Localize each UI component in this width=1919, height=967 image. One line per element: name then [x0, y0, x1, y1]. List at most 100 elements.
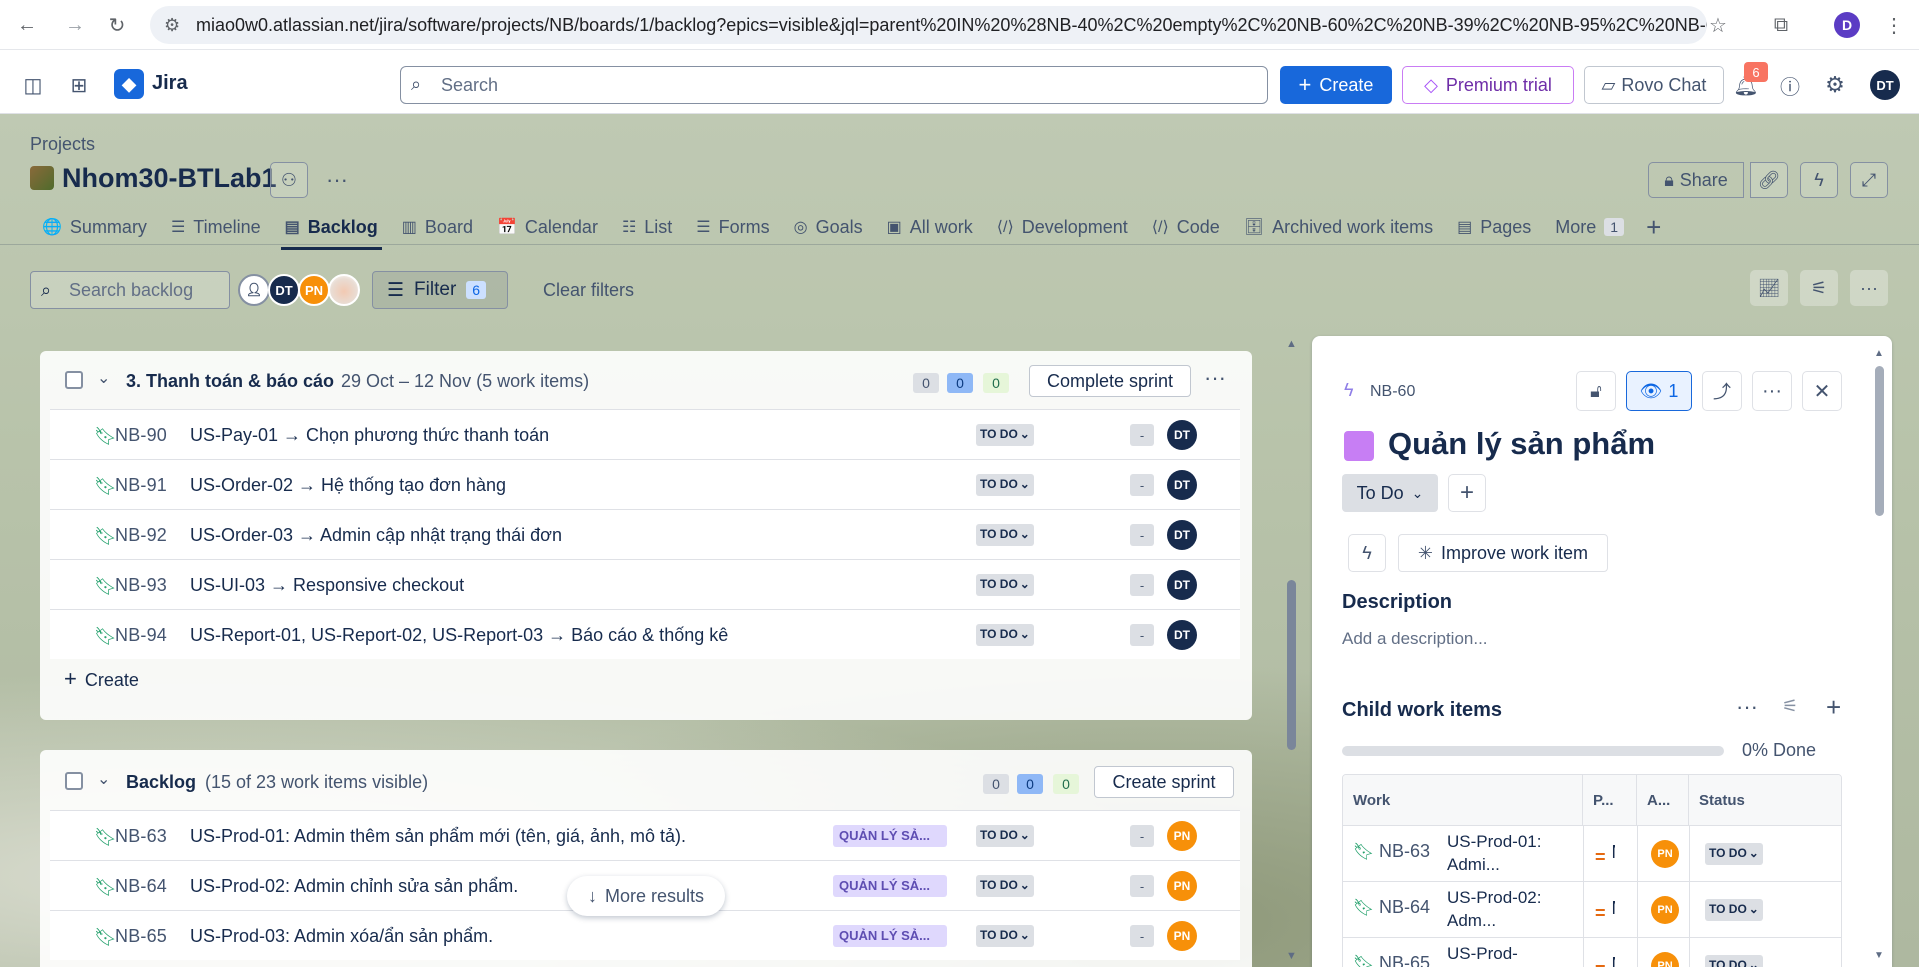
extensions-icon[interactable]: ⧉ — [1766, 10, 1796, 40]
create-sprint-button[interactable]: Create sprint — [1094, 766, 1234, 798]
tab-code[interactable]: ⟨/⟩ Code — [1140, 212, 1232, 242]
watch-button[interactable]: 👁︎ 1 — [1626, 371, 1692, 411]
chevron-down-icon[interactable]: ⌄ — [97, 368, 110, 388]
table-row[interactable]: 🔖︎ NB-93 US-UI-03 → Responsive checkout TO … — [50, 559, 1240, 609]
assignee-avatar[interactable]: PN — [1167, 821, 1197, 851]
tab-calendar[interactable]: 📅 Calendar — [485, 212, 610, 242]
work-item-summary[interactable]: US-Prod-03: Admin xóa/ẩn sản phẩm. — [190, 926, 493, 947]
chevron-down-icon[interactable]: ⌄ — [97, 769, 110, 789]
child-table-row[interactable]: 🔖︎NB-64US-Prod-02: Adm...=MPNTO DO⌄ — [1343, 881, 1841, 938]
tab-archived-work-items[interactable]: 🗄 Archived work items — [1232, 212, 1445, 242]
add-tab-plus-icon[interactable]: + — [1636, 212, 1671, 242]
assignee-avatar[interactable]: DT — [1167, 420, 1197, 450]
panel-scroll-down-icon[interactable]: ▼ — [1874, 950, 1884, 961]
improve-work-item-button[interactable]: ✳ Improve work item — [1398, 534, 1608, 572]
share-button[interactable]: 🔒︎ Share — [1648, 162, 1744, 198]
add-child-plus-icon[interactable]: + — [1826, 692, 1841, 723]
epic-badge[interactable]: QUẢN LÝ SẢ... — [833, 875, 947, 897]
app-switcher-icon[interactable]: ⊞ — [64, 70, 94, 100]
status-dropdown[interactable]: TO DO ⌄ — [976, 925, 1034, 947]
fullscreen-icon[interactable]: ⤢ — [1850, 162, 1888, 198]
address-bar[interactable]: ⚙ miao0w0.atlassian.net/jira/software/pr… — [150, 6, 1707, 44]
child-assignee-avatar[interactable]: PN — [1651, 840, 1679, 868]
work-item-summary[interactable]: US-Prod-01: Admin thêm sản phẩm mới (tên… — [190, 826, 686, 847]
child-item-key[interactable]: NB-65 — [1379, 953, 1430, 967]
table-row[interactable]: 🔖︎ NB-91 US-Order-02 → Hệ thống tạo đơn hà… — [50, 459, 1240, 509]
scroll-down-icon[interactable]: ▼ — [1286, 950, 1297, 962]
restrict-lock-icon[interactable]: 🔓︎ — [1576, 371, 1616, 411]
share-icon[interactable]: ⤴ — [1702, 371, 1742, 411]
assignee-avatar[interactable]: DT — [1167, 570, 1197, 600]
child-status-dropdown[interactable]: TO DO ⌄ — [1705, 843, 1763, 865]
avatar[interactable]: DT — [268, 274, 300, 306]
estimate-badge[interactable]: - — [1130, 524, 1154, 546]
assignee-avatar[interactable]: PN — [1167, 871, 1197, 901]
tab-list[interactable]: ☷ List — [610, 212, 684, 242]
description-field[interactable]: Add a description... — [1342, 629, 1488, 649]
close-icon[interactable]: ✕ — [1802, 371, 1842, 411]
child-item-key[interactable]: NB-63 — [1379, 841, 1430, 862]
browser-menu-icon[interactable]: ⋮ — [1879, 10, 1909, 40]
work-item-title[interactable]: Quản lý sản phẩm — [1388, 426, 1655, 462]
breadcrumb[interactable]: Projects — [30, 134, 95, 155]
bookmark-star-icon[interactable]: ☆ — [1703, 10, 1733, 40]
child-item-summary[interactable]: US-Prod-02: Adm... — [1447, 886, 1547, 932]
unassigned-avatar[interactable]: 👤︎ — [238, 274, 270, 306]
column-header-priority[interactable]: P... — [1583, 775, 1637, 825]
estimate-badge[interactable]: - — [1130, 825, 1154, 847]
status-dropdown[interactable]: TO DO ⌄ — [976, 825, 1034, 847]
jira-logo-icon[interactable]: ◆ — [114, 69, 144, 99]
work-item-summary[interactable]: US-UI-03 → Responsive checkout — [190, 575, 464, 596]
insights-chart-icon[interactable]: 📈︎ — [1750, 270, 1788, 306]
status-dropdown[interactable]: TO DO ⌄ — [976, 624, 1034, 646]
user-avatar[interactable]: DT — [1870, 70, 1900, 100]
work-item-key[interactable]: NB-90 — [115, 425, 167, 446]
epic-badge[interactable]: QUẢN LÝ SẢ... — [833, 925, 947, 947]
rovo-chat-button[interactable]: ▱ Rovo Chat — [1584, 66, 1724, 104]
estimate-badge[interactable]: - — [1130, 574, 1154, 596]
table-row[interactable]: 🔖︎ NB-90 US-Pay-01 → Chọn phương thức than… — [50, 409, 1240, 459]
sprint-name[interactable]: 3. Thanh toán & báo cáo — [126, 371, 334, 392]
child-item-key[interactable]: NB-64 — [1379, 897, 1430, 918]
tab-summary[interactable]: 🌐 Summary — [30, 212, 159, 242]
tab-board[interactable]: ▥ Board — [390, 212, 485, 242]
filter-button[interactable]: ☰ Filter 6 — [372, 271, 508, 309]
view-settings-icon[interactable]: ⚟ — [1800, 270, 1838, 306]
site-info-icon[interactable]: ⚙ — [164, 15, 184, 35]
work-item-summary[interactable]: US-Order-03 → Admin cập nhật trạng thái … — [190, 525, 562, 546]
child-table-row[interactable]: 🔖︎NB-63US-Prod-01: Admi...=MPNTO DO⌄ — [1343, 825, 1841, 882]
work-item-key[interactable]: NB-65 — [115, 926, 167, 947]
child-more-icon[interactable]: ··· — [1736, 694, 1758, 720]
clear-filters-button[interactable]: Clear filters — [543, 280, 634, 301]
work-item-key[interactable]: NB-64 — [115, 876, 167, 897]
work-item-summary[interactable]: US-Order-02 → Hệ thống tạo đơn hàng — [190, 475, 506, 496]
child-status-dropdown[interactable]: TO DO ⌄ — [1705, 899, 1763, 921]
app-name[interactable]: Jira — [152, 72, 188, 95]
child-assignee-avatar[interactable]: PN — [1651, 952, 1679, 967]
table-row[interactable]: 🔖︎ NB-92 US-Order-03 → Admin cập nhật trạn… — [50, 509, 1240, 559]
tab-goals[interactable]: ◎ Goals — [782, 212, 875, 242]
table-row[interactable]: 🔖︎ NB-65 US-Prod-03: Admin xóa/ẩn sản phẩm… — [50, 910, 1240, 960]
more-actions-icon[interactable]: ··· — [320, 164, 354, 196]
more-results-button[interactable]: ↓ More results — [567, 876, 725, 916]
tab-forms[interactable]: ☰ Forms — [684, 212, 781, 242]
panel-scroll-up-icon[interactable]: ▲ — [1874, 348, 1884, 359]
status-dropdown[interactable]: TO DO ⌄ — [976, 424, 1034, 446]
child-item-summary[interactable]: US-Prod- — [1447, 942, 1547, 965]
sprint-select-checkbox[interactable] — [65, 371, 83, 389]
team-icon[interactable]: ⚇ — [270, 162, 308, 198]
column-header-work[interactable]: Work — [1343, 775, 1583, 825]
assignee-avatar[interactable]: PN — [1167, 921, 1197, 951]
work-item-summary[interactable]: US-Report-01, US-Report-02, US-Report-03… — [190, 625, 728, 646]
status-dropdown[interactable]: TO DO ⌄ — [976, 524, 1034, 546]
sidebar-toggle-icon[interactable]: ◫ — [18, 70, 48, 100]
scroll-up-icon[interactable]: ▲ — [1286, 338, 1297, 350]
child-item-summary[interactable]: US-Prod-01: Admi... — [1447, 830, 1547, 876]
assignee-avatar[interactable]: DT — [1167, 620, 1197, 650]
more-actions-icon[interactable]: ··· — [1752, 371, 1792, 411]
scrollbar-thumb[interactable] — [1287, 580, 1296, 750]
tab-backlog[interactable]: ▤ Backlog — [273, 212, 390, 250]
status-dropdown[interactable]: TO DO ⌄ — [976, 574, 1034, 596]
column-header-assignee[interactable]: A... — [1637, 775, 1689, 825]
table-row[interactable]: 🔖︎ NB-63 US-Prod-01: Admin thêm sản phẩm m… — [50, 810, 1240, 860]
